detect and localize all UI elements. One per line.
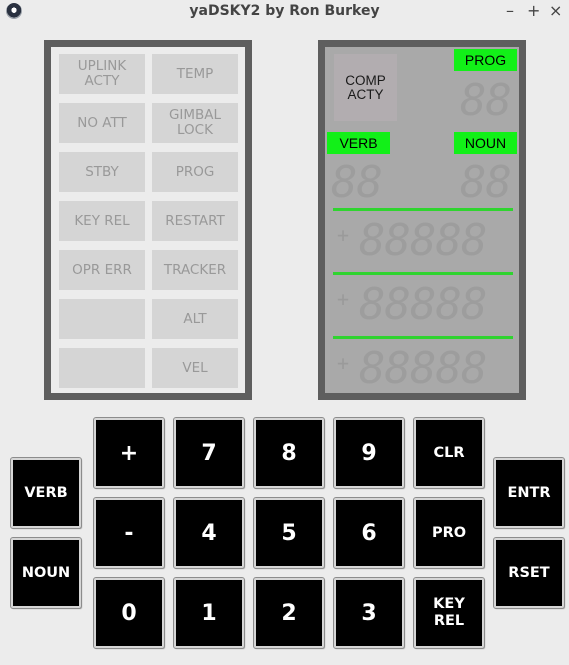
minus-key[interactable]: - — [93, 497, 165, 569]
verb-label: VERB — [327, 132, 390, 154]
digit-3-key[interactable]: 3 — [333, 577, 405, 649]
maximize-button[interactable]: + — [527, 2, 540, 20]
clr-key[interactable]: CLR — [413, 417, 485, 489]
digit-5-key[interactable]: 5 — [253, 497, 325, 569]
digit-7-key[interactable]: 7 — [173, 417, 245, 489]
verb-digits: 88 — [331, 157, 383, 208]
annunciator-panel: UPLINK ACTY TEMP NO ATT GIMBAL LOCK STBY… — [44, 40, 252, 400]
minimize-button[interactable]: – — [506, 2, 514, 20]
lamp-gimbal-lock: GIMBAL LOCK — [152, 103, 238, 143]
verb-key[interactable]: VERB — [10, 457, 82, 529]
separator-line-2 — [333, 272, 513, 275]
digit-4-key[interactable]: 4 — [173, 497, 245, 569]
digit-9-key[interactable]: 9 — [333, 417, 405, 489]
key-rel-key[interactable]: KEY REL — [413, 577, 485, 649]
plus-key[interactable]: + — [93, 417, 165, 489]
prog-digits: 88 — [460, 75, 512, 126]
lamp-blank-2 — [59, 348, 145, 388]
register-2-sign: + — [337, 287, 350, 311]
separator-line-3 — [333, 336, 513, 339]
noun-key[interactable]: NOUN — [10, 537, 82, 609]
register-1-digits: 88888 — [359, 215, 487, 266]
lamp-alt: ALT — [152, 299, 238, 339]
lamp-key-rel: KEY REL — [59, 201, 145, 241]
lamp-restart: RESTART — [152, 201, 238, 241]
lamp-prog: PROG — [152, 152, 238, 192]
title-bar: yaDSKY2 by Ron Burkey – + × — [0, 0, 569, 24]
lamp-temp: TEMP — [152, 54, 238, 94]
separator-line-1 — [333, 208, 513, 211]
register-3-digits: 88888 — [359, 343, 487, 394]
digit-8-key[interactable]: 8 — [253, 417, 325, 489]
lamp-tracker: TRACKER — [152, 250, 238, 290]
window-title: yaDSKY2 by Ron Burkey — [189, 3, 380, 19]
close-button[interactable]: × — [549, 2, 562, 20]
entr-key[interactable]: ENTR — [493, 457, 565, 529]
lamp-vel: VEL — [152, 348, 238, 388]
lamp-blank-1 — [59, 299, 145, 339]
comp-acty-lamp: COMP ACTY — [334, 54, 397, 121]
lamp-opr-err: OPR ERR — [59, 250, 145, 290]
noun-digits: 88 — [460, 157, 512, 208]
display-panel: COMP ACTY PROG 88 VERB NOUN 88 88 + 8888… — [318, 40, 526, 400]
lamp-no-att: NO ATT — [59, 103, 145, 143]
digit-2-key[interactable]: 2 — [253, 577, 325, 649]
register-1-sign: + — [337, 223, 350, 247]
noun-label: NOUN — [454, 132, 517, 154]
digit-0-key[interactable]: 0 — [93, 577, 165, 649]
register-2-digits: 88888 — [359, 279, 487, 330]
digit-1-key[interactable]: 1 — [173, 577, 245, 649]
rset-key[interactable]: RSET — [493, 537, 565, 609]
lamp-stby: STBY — [59, 152, 145, 192]
register-3-sign: + — [337, 351, 350, 375]
digit-6-key[interactable]: 6 — [333, 497, 405, 569]
prog-label: PROG — [454, 49, 517, 71]
lamp-uplink-acty: UPLINK ACTY — [59, 54, 145, 94]
pro-key[interactable]: PRO — [413, 497, 485, 569]
